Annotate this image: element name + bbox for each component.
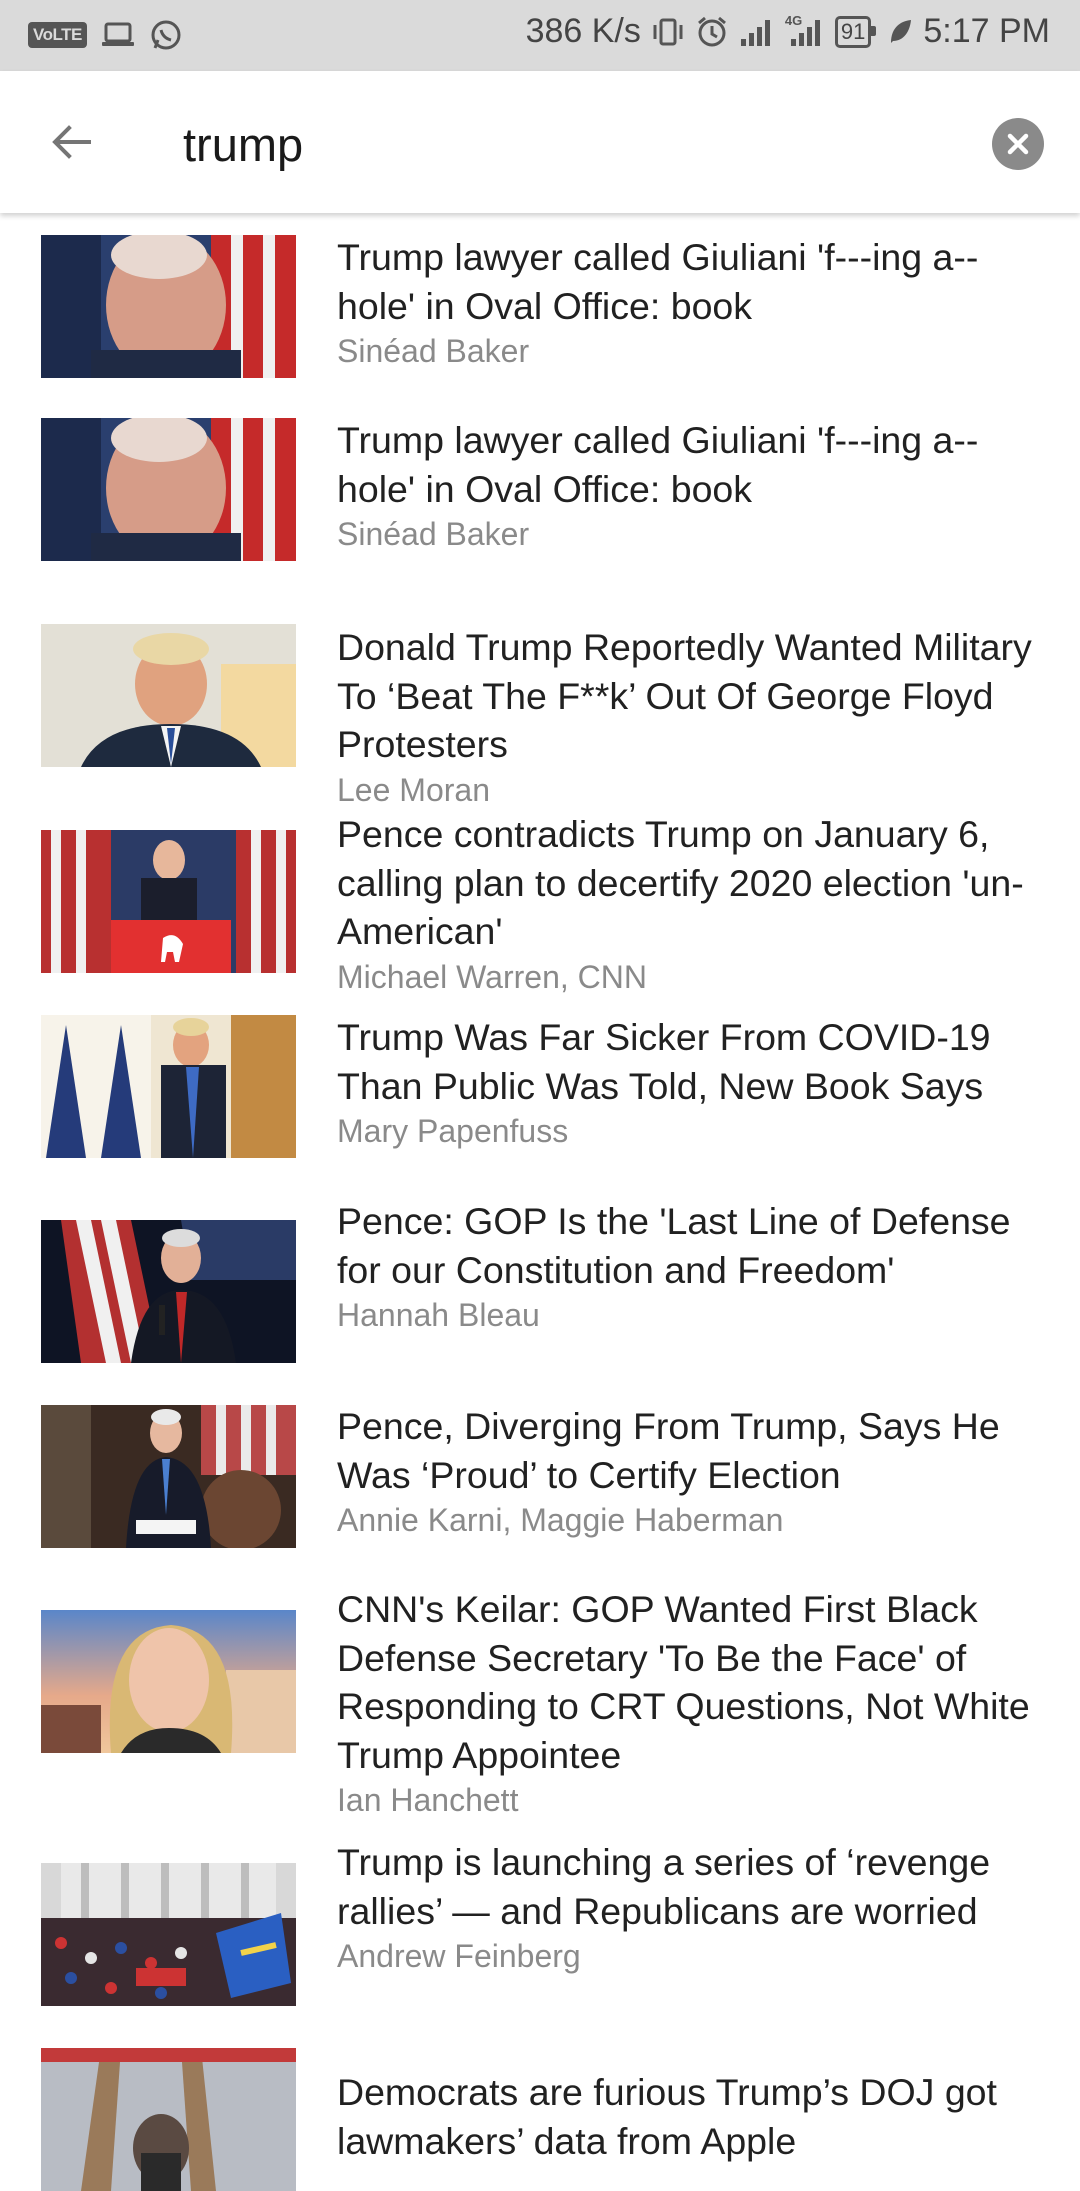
keilar-photo bbox=[41, 1610, 296, 1753]
status-bar: VoLTE 386 K/s 4G 91 5:17 PM bbox=[0, 0, 1080, 71]
signal-icon bbox=[739, 17, 775, 47]
result-author: Andrew Feinberg bbox=[337, 1938, 581, 1974]
trump-photo bbox=[41, 624, 296, 767]
result-author: Sinéad Baker bbox=[337, 333, 530, 369]
pence-podium-photo bbox=[41, 830, 296, 973]
result-author: Michael Warren, CNN bbox=[337, 958, 647, 995]
crowd-photo bbox=[41, 2048, 296, 2191]
whatsapp-icon bbox=[149, 18, 183, 52]
clock: 5:17 PM bbox=[923, 12, 1050, 50]
net-speed: 386 K/s bbox=[525, 12, 641, 50]
result-title: Donald Trump Reportedly Wanted Military … bbox=[337, 626, 1032, 765]
result-author: Sinéad Baker bbox=[337, 516, 530, 552]
result-author: Hannah Bleau bbox=[337, 1297, 540, 1333]
result-author: Lee Moran bbox=[337, 771, 490, 808]
result-title: Trump lawyer called Giuliani 'f---ing a-… bbox=[337, 419, 979, 510]
result-title: Trump Was Far Sicker From COVID-19 Than … bbox=[337, 1016, 991, 1107]
pence-senate-photo bbox=[41, 1405, 296, 1548]
clear-search-button[interactable] bbox=[992, 118, 1044, 170]
search-input[interactable]: trump bbox=[183, 117, 303, 172]
laptop-icon bbox=[101, 21, 135, 49]
trump-mask-photo bbox=[41, 1015, 296, 1158]
result-title: Trump is launching a series of ‘revenge … bbox=[337, 1841, 991, 1932]
search-app-bar: trump bbox=[0, 71, 1080, 213]
result-title: Pence: GOP Is the 'Last Line of Defense … bbox=[337, 1200, 1011, 1291]
giuliani-photo bbox=[41, 235, 296, 378]
battery-icon: 91 bbox=[834, 15, 877, 48]
giuliani-photo bbox=[41, 418, 296, 561]
result-author: Ian Hanchett bbox=[337, 1782, 519, 1818]
leaf-icon bbox=[887, 17, 913, 47]
result-title: CNN's Keilar: GOP Wanted First Black Def… bbox=[337, 1588, 1030, 1776]
result-title: Pence, Diverging From Trump, Says He Was… bbox=[337, 1405, 1000, 1496]
alarm-icon bbox=[695, 15, 729, 49]
back-button[interactable] bbox=[44, 115, 98, 169]
rally-crowd-photo bbox=[41, 1863, 296, 2006]
status-right-icons: 386 K/s 4G 91 5:17 PM bbox=[526, 12, 1050, 51]
result-title: Democrats are furious Trump’s DOJ got la… bbox=[337, 2071, 997, 2162]
status-left-icons: VoLTE bbox=[28, 18, 183, 52]
pence-mic-photo bbox=[41, 1220, 296, 1363]
volte-icon: VoLTE bbox=[28, 22, 87, 48]
result-title: Pence contradicts Trump on January 6, ca… bbox=[337, 813, 1024, 952]
result-author: Mary Papenfuss bbox=[337, 1113, 569, 1149]
close-icon bbox=[1007, 133, 1029, 155]
network-type: 4G bbox=[784, 12, 803, 28]
arrow-left-icon bbox=[52, 125, 91, 159]
result-author: Annie Karni, Maggie Haberman bbox=[337, 1502, 784, 1538]
signal-4g-icon: 4G bbox=[785, 13, 825, 47]
vibrate-icon bbox=[651, 15, 685, 49]
battery-level: 91 bbox=[840, 18, 866, 44]
result-title: Trump lawyer called Giuliani 'f---ing a-… bbox=[337, 236, 979, 327]
